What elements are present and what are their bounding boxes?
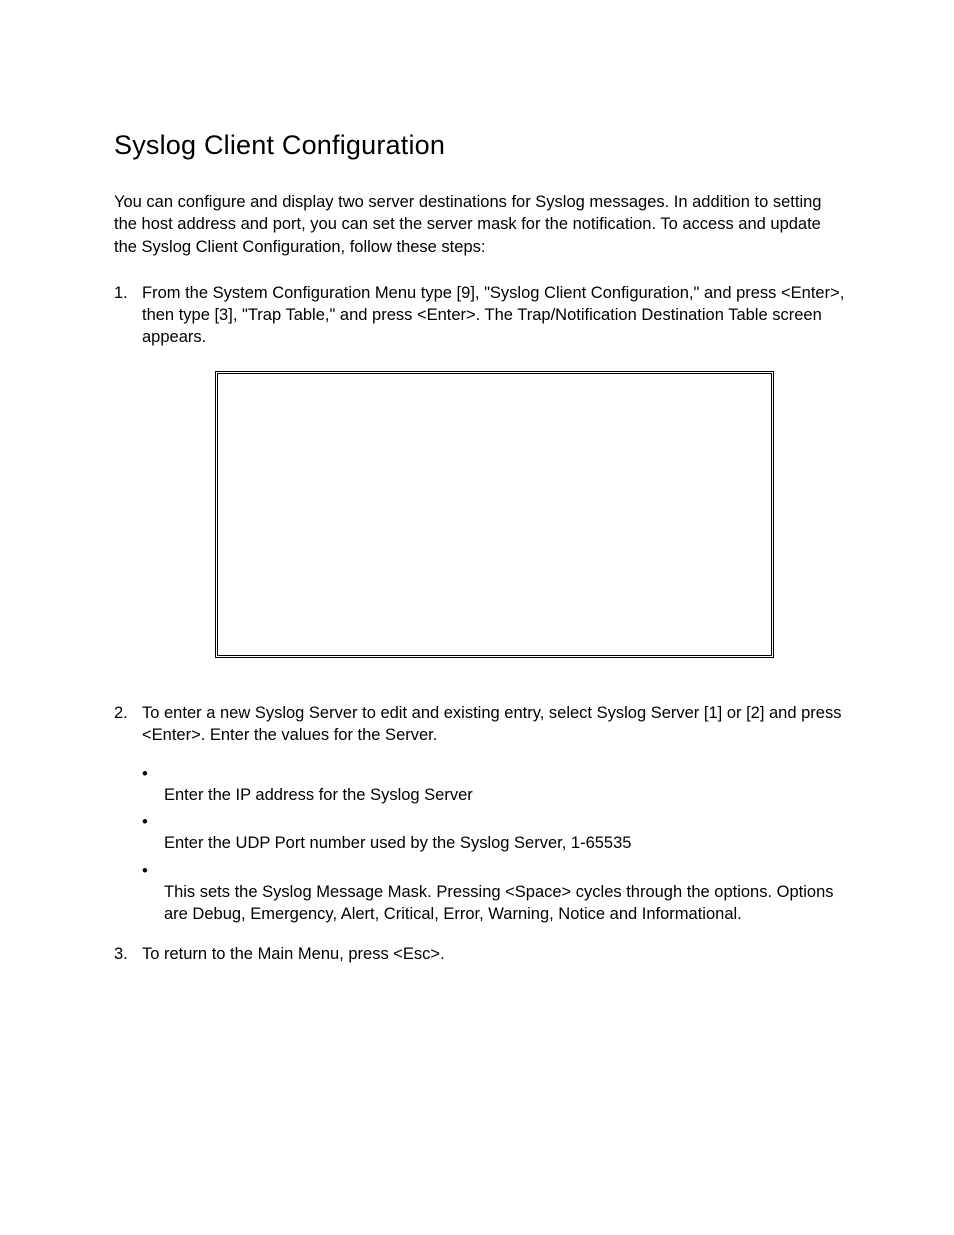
bullet-icon: • xyxy=(142,861,164,926)
bullet-text: Enter the UDP Port number used by the Sy… xyxy=(164,832,846,854)
step-3: 3. To return to the Main Menu, press <Es… xyxy=(114,943,846,965)
step-1: 1. From the System Configuration Menu ty… xyxy=(114,282,846,690)
step-number: 1. xyxy=(114,282,142,690)
steps-list: 1. From the System Configuration Menu ty… xyxy=(114,282,846,966)
sub-bullet-1: • Enter the IP address for the Syslog Se… xyxy=(142,764,846,806)
screenshot-placeholder-box xyxy=(215,371,774,658)
step-text: To enter a new Syslog Server to edit and… xyxy=(142,702,846,747)
sub-bullet-3: • This sets the Syslog Message Mask. Pre… xyxy=(142,861,846,926)
bullet-text: This sets the Syslog Message Mask. Press… xyxy=(164,881,846,926)
step-2: 2. To enter a new Syslog Server to edit … xyxy=(114,702,846,932)
intro-paragraph: You can configure and display two server… xyxy=(114,191,846,258)
bullet-text: Enter the IP address for the Syslog Serv… xyxy=(164,784,846,806)
step-2-sublist: • Enter the IP address for the Syslog Se… xyxy=(142,764,846,925)
step-text: From the System Configuration Menu type … xyxy=(142,282,846,349)
page-title: Syslog Client Configuration xyxy=(114,130,846,161)
bullet-icon: • xyxy=(142,764,164,806)
bullet-icon: • xyxy=(142,812,164,854)
step-text: To return to the Main Menu, press <Esc>. xyxy=(142,943,846,965)
sub-bullet-2: • Enter the UDP Port number used by the … xyxy=(142,812,846,854)
step-number: 2. xyxy=(114,702,142,932)
step-number: 3. xyxy=(114,943,142,965)
